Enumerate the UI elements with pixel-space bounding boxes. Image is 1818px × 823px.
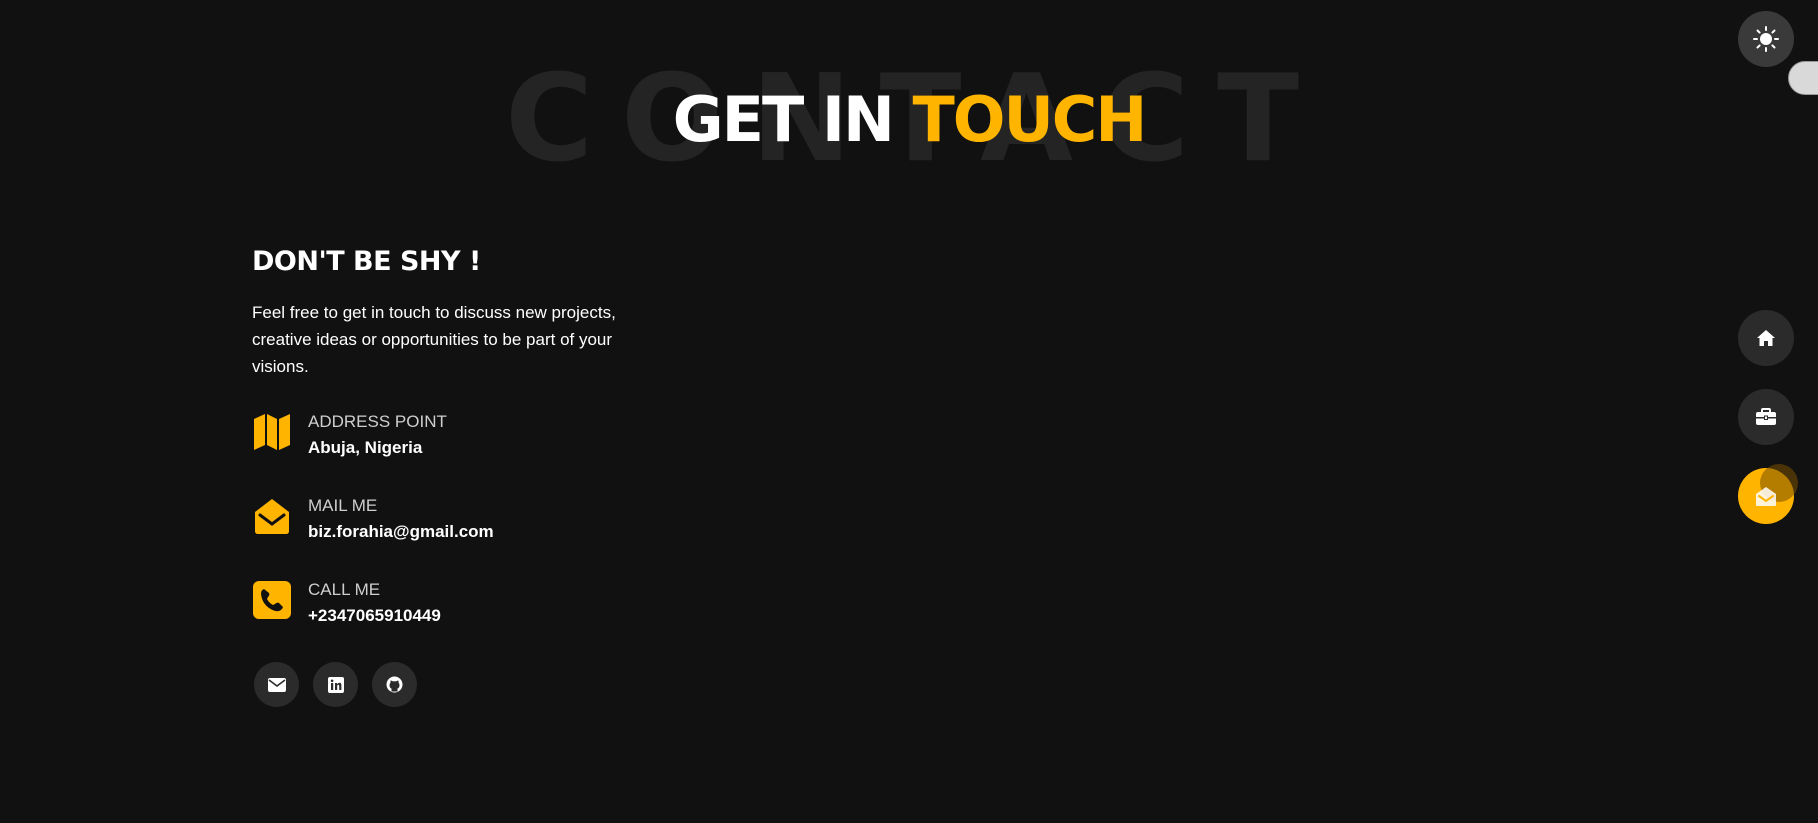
contact-page: CONTACT GET IN TOUCH DON'T BE SHY ! Feel…: [0, 0, 1818, 823]
section-title: CONTACT GET IN TOUCH: [0, 60, 1818, 180]
nav-home-button[interactable]: [1738, 310, 1794, 366]
contact-item-address: ADDRESS POINT Abuja, Nigeria: [252, 410, 672, 462]
github-icon: [386, 676, 403, 693]
home-icon: [1757, 330, 1775, 346]
envelope-open-icon: [1756, 487, 1776, 506]
theme-toggle-button[interactable]: [1738, 11, 1794, 67]
nav-contact-button[interactable]: [1738, 464, 1798, 524]
github-social-button[interactable]: [372, 662, 417, 707]
envelope-open-icon: [252, 496, 292, 536]
title-accent: TOUCH: [912, 83, 1147, 156]
contact-label: ADDRESS POINT: [308, 412, 447, 431]
linkedin-icon: [327, 676, 344, 693]
info-heading: DON'T BE SHY !: [252, 246, 481, 277]
contact-item-phone: CALL ME +2347065910449: [252, 578, 672, 630]
contact-value: biz.forahia@gmail.com: [308, 522, 494, 541]
map-icon: [252, 412, 292, 452]
info-lead: Feel free to get in touch to discuss new…: [252, 303, 616, 376]
title-main: GET IN: [672, 83, 895, 156]
nav-portfolio-button[interactable]: [1738, 389, 1794, 445]
contact-value: +2347065910449: [308, 606, 441, 625]
email-social-button[interactable]: [254, 662, 299, 707]
sun-icon: [1753, 26, 1779, 52]
contact-item-mail: MAIL ME biz.forahia@gmail.com: [252, 494, 672, 546]
contact-value: Abuja, Nigeria: [308, 438, 423, 457]
phone-icon: [252, 580, 292, 620]
title-foreground: GET IN TOUCH: [672, 60, 1147, 180]
contact-info: DON'T BE SHY ! Feel free to get in touch…: [252, 246, 672, 707]
linkedin-social-button[interactable]: [313, 662, 358, 707]
briefcase-icon: [1756, 408, 1776, 425]
contact-label: CALL ME: [308, 580, 381, 599]
envelope-icon: [267, 677, 286, 692]
contact-label: MAIL ME: [308, 496, 378, 515]
social-links: [254, 662, 672, 707]
side-panel-tab[interactable]: [1788, 61, 1818, 95]
